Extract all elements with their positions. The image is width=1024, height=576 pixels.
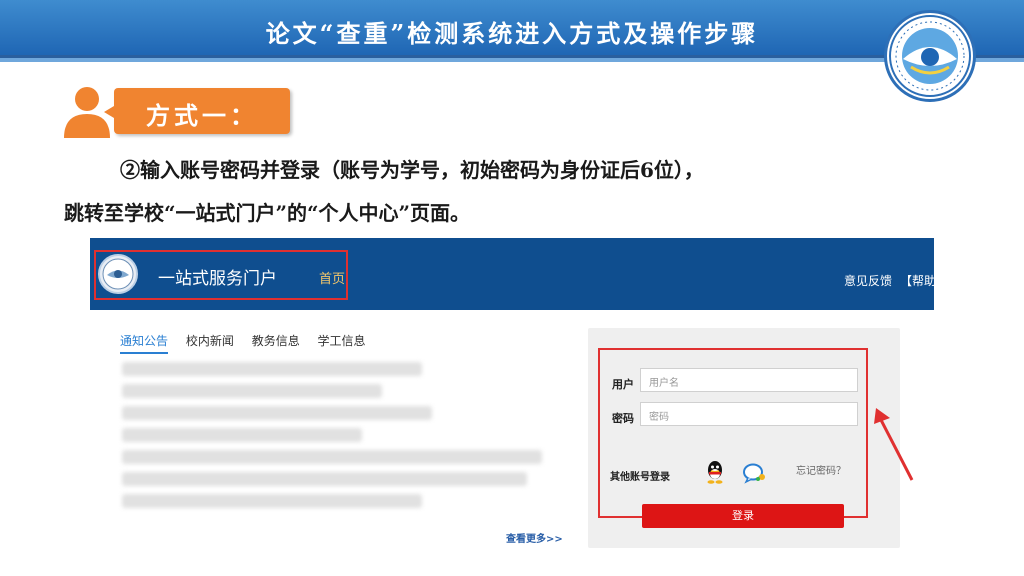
method-tag: 方式一： bbox=[104, 88, 290, 134]
news-item-blurred bbox=[122, 450, 542, 464]
news-item-blurred bbox=[122, 406, 432, 420]
description-line-1: ②输入账号密码并登录（账号为学号，初始密码为身份证后6位）， bbox=[120, 158, 704, 182]
feedback-link[interactable]: 意见反馈 bbox=[844, 274, 892, 288]
username-label: 用户 bbox=[612, 378, 634, 391]
tab-academic-info[interactable]: 教务信息 bbox=[252, 334, 300, 348]
news-item-blurred bbox=[122, 472, 527, 486]
see-more-link[interactable]: 查看更多>> bbox=[506, 530, 563, 545]
portal-screenshot: 一站式服务门户 首页 意见反馈【帮助】 通知公告 校内新闻 教务信息 学工信息 … bbox=[90, 238, 934, 552]
pointer-arrow bbox=[868, 404, 928, 486]
tab-campus-news[interactable]: 校内新闻 bbox=[186, 334, 234, 348]
slide-title: 论文“查重”检测系统进入方式及操作步骤 bbox=[265, 19, 759, 48]
username-input[interactable]: 用户名 bbox=[640, 368, 858, 392]
forgot-password-link[interactable]: 忘记密码？ bbox=[796, 462, 846, 477]
password-input[interactable]: 密码 bbox=[640, 402, 858, 426]
school-logo bbox=[884, 10, 976, 102]
news-item-blurred bbox=[122, 384, 382, 398]
other-login-label: 其他账号登录 bbox=[610, 472, 670, 483]
login-highlight-box: 用户 用户名 密码 密码 其他账号登录 忘记密码？ 登录 bbox=[598, 348, 868, 528]
news-tabs: 通知公告 校内新闻 教务信息 学工信息 bbox=[120, 332, 380, 354]
qq-icon[interactable] bbox=[704, 460, 726, 484]
password-label: 密码 bbox=[612, 412, 634, 425]
news-item-blurred bbox=[122, 362, 422, 376]
title-bar: 论文“查重”检测系统进入方式及操作步骤 bbox=[0, 0, 1024, 58]
header-highlight-box bbox=[94, 250, 348, 300]
tab-student-affairs[interactable]: 学工信息 bbox=[318, 334, 366, 348]
news-item-blurred bbox=[122, 428, 362, 442]
help-link[interactable]: 【帮助】 bbox=[900, 274, 934, 288]
login-panel: 用户 用户名 密码 密码 其他账号登录 忘记密码？ 登录 bbox=[588, 328, 900, 548]
news-item-blurred bbox=[122, 494, 422, 508]
header-right-links: 意见反馈【帮助】 bbox=[844, 272, 934, 289]
portal-header: 一站式服务门户 首页 意见反馈【帮助】 bbox=[90, 238, 934, 310]
tab-notices[interactable]: 通知公告 bbox=[120, 334, 169, 354]
description-line-2: 跳转至学校“一站式门户”的“个人中心”页面。 bbox=[64, 201, 471, 225]
login-button[interactable]: 登录 bbox=[642, 504, 844, 528]
title-divider bbox=[0, 58, 1024, 62]
method-label: 方式一： bbox=[146, 101, 258, 130]
wechat-icon[interactable] bbox=[742, 462, 768, 484]
